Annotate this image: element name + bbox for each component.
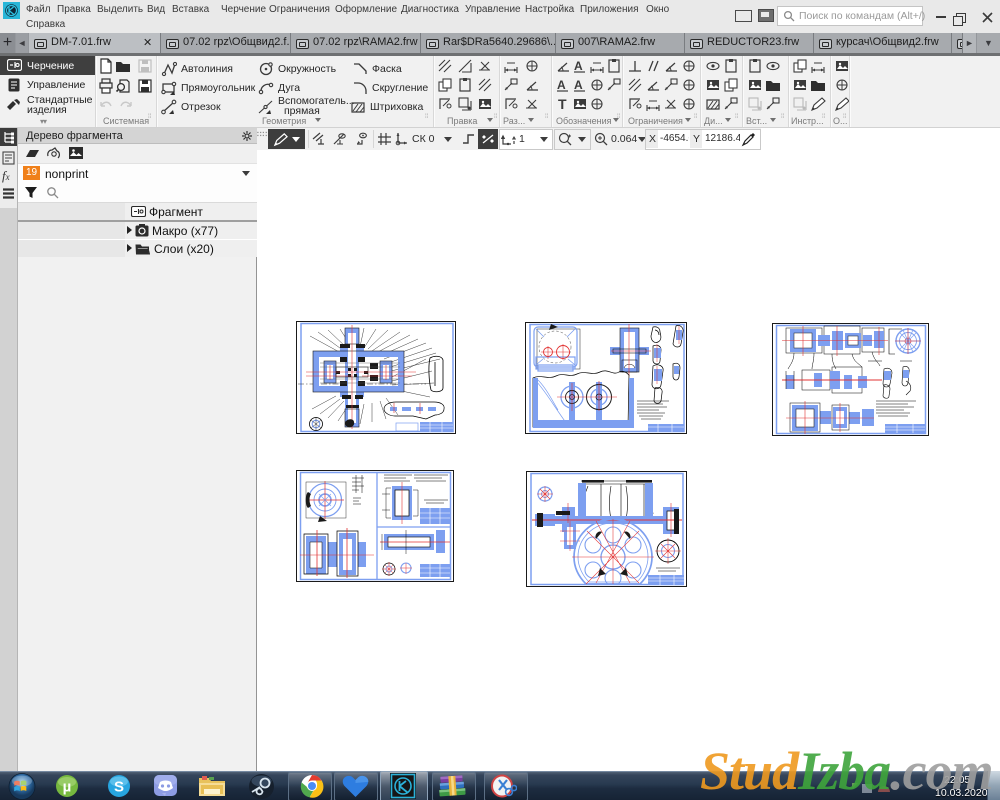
svg-text:S: S bbox=[114, 779, 124, 796]
svg-text:µ: µ bbox=[63, 779, 72, 796]
